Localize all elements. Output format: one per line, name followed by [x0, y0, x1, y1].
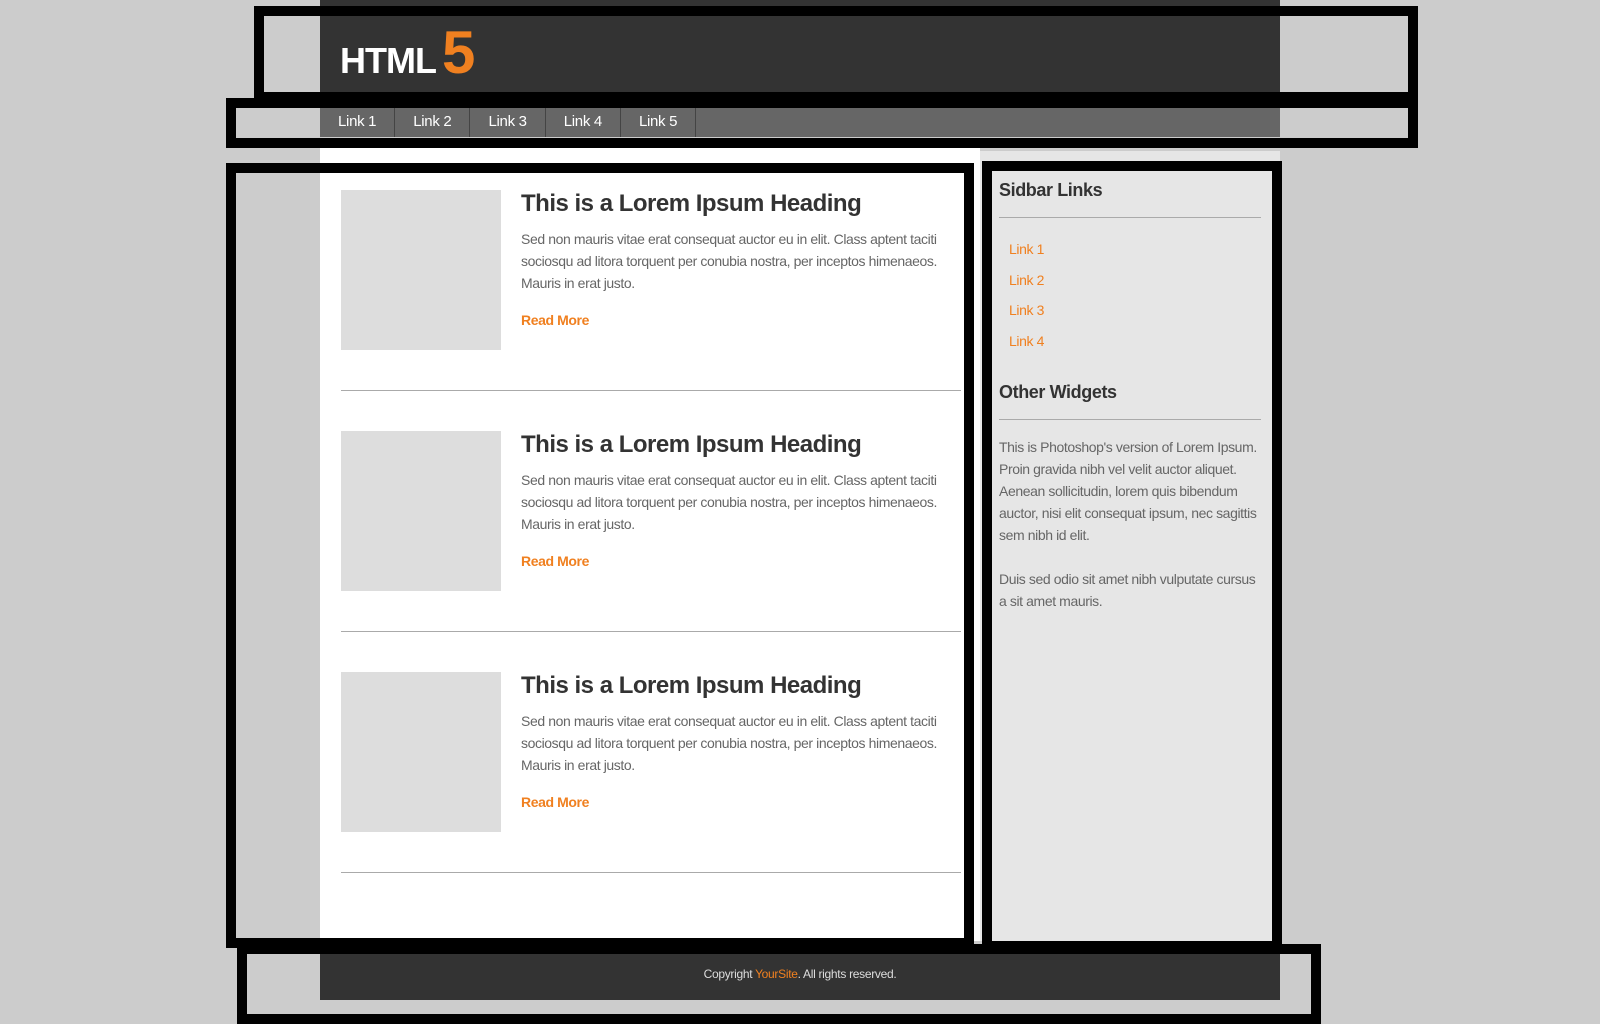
article-excerpt: Sed non mauris vitae erat consequat auct…	[521, 231, 937, 291]
sidebar-link-4[interactable]: Link 4	[1009, 326, 1261, 357]
footer-site-link[interactable]: YourSite	[755, 967, 798, 981]
copyright-text: Copyright YourSite. All rights reserved.	[704, 967, 897, 981]
site-footer: Copyright YourSite. All rights reserved.	[320, 952, 1280, 1000]
article-heading[interactable]: This is a Lorem Ipsum Heading	[521, 190, 951, 218]
sidebar-link-2[interactable]: Link 2	[1009, 265, 1261, 296]
article-divider	[341, 631, 961, 632]
article-thumbnail	[341, 431, 501, 591]
article: This is a Lorem Ipsum Heading Sed non ma…	[341, 190, 961, 350]
article: This is a Lorem Ipsum Heading Sed non ma…	[341, 431, 961, 591]
read-more-link[interactable]: Read More	[521, 553, 589, 569]
sidebar-link-1[interactable]: Link 1	[1009, 234, 1261, 265]
logo-accent: 5	[441, 19, 476, 86]
site-header: HTML 5	[320, 15, 1280, 94]
site-logo[interactable]: HTML 5	[340, 23, 475, 83]
header-top-strip	[320, 0, 1280, 15]
widget-text: This is Photoshop's version of Lorem Ips…	[999, 439, 1257, 543]
nav-top-strip	[320, 94, 1280, 107]
article-excerpt: Sed non mauris vitae erat consequat auct…	[521, 472, 937, 532]
read-more-link[interactable]: Read More	[521, 312, 589, 328]
sidebar-divider	[999, 217, 1261, 218]
article-divider	[341, 390, 961, 391]
article-excerpt: Sed non mauris vitae erat consequat auct…	[521, 713, 937, 773]
article-heading[interactable]: This is a Lorem Ipsum Heading	[521, 431, 951, 459]
article-body: This is a Lorem Ipsum Heading Sed non ma…	[521, 190, 951, 330]
read-more-link[interactable]: Read More	[521, 794, 589, 810]
article-divider	[341, 872, 961, 873]
nav-link-4[interactable]: Link 4	[546, 107, 621, 137]
nav-link-1[interactable]: Link 1	[320, 107, 396, 137]
nav-link-5[interactable]: Link 5	[621, 107, 697, 137]
nav-link-2[interactable]: Link 2	[395, 107, 471, 137]
sidebar-divider	[999, 419, 1261, 420]
copyright-suffix: . All rights reserved.	[797, 967, 897, 981]
main-nav: Link 1 Link 2 Link 3 Link 4 Link 5	[320, 107, 1280, 137]
article-body: This is a Lorem Ipsum Heading Sed non ma…	[521, 672, 951, 812]
logo-text: HTML	[340, 40, 437, 81]
other-widgets-heading: Other Widgets	[999, 382, 1117, 402]
copyright-prefix: Copyright	[703, 967, 756, 981]
widget-text: Duis sed odio sit amet nibh vulputate cu…	[999, 571, 1256, 609]
nav-link-3[interactable]: Link 3	[470, 107, 546, 137]
article-thumbnail	[341, 672, 501, 832]
article-body: This is a Lorem Ipsum Heading Sed non ma…	[521, 431, 951, 571]
sidebar-content: Sidbar Links Link 1 Link 2 Link 3 Link 4…	[999, 180, 1261, 612]
article-thumbnail	[341, 190, 501, 350]
sidebar-link-3[interactable]: Link 3	[1009, 295, 1261, 326]
article-heading[interactable]: This is a Lorem Ipsum Heading	[521, 672, 951, 700]
sidebar-links-heading: Sidbar Links	[999, 180, 1103, 200]
sidebar-links-list: Link 1 Link 2 Link 3 Link 4	[999, 234, 1261, 356]
article: This is a Lorem Ipsum Heading Sed non ma…	[341, 672, 961, 832]
